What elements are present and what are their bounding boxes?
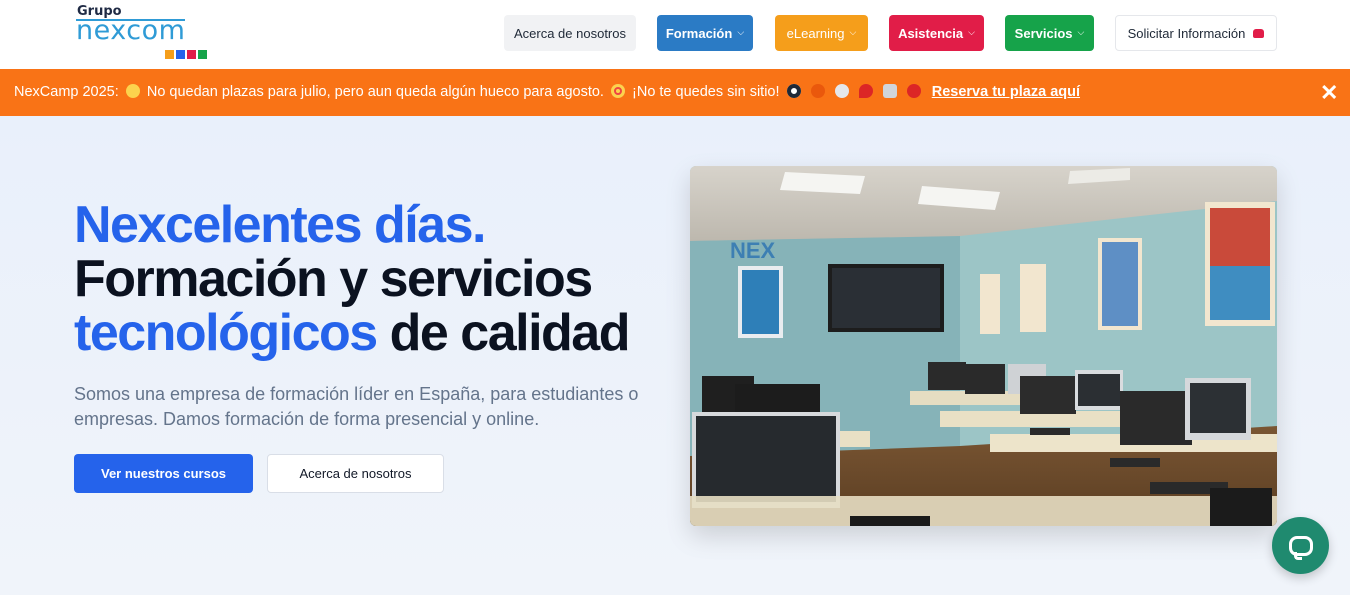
headline-line1: Nexcelentes días. [74,196,486,254]
classroom-photo: NEX [690,166,1277,526]
nav-formacion-label: Formación [665,25,733,41]
hero-headline: Nexcelentes días. Formación y servicios … [74,196,631,362]
telephone-icon [1253,28,1265,38]
chevron-down-icon: ⌵ [1077,26,1085,37]
headline-line3-rest: de calidad [376,304,631,362]
nav-elearning-label: eLearning [786,25,845,41]
site-header: Grupo nexcom Acerca de nosotros Formació… [0,0,1350,69]
nav-asistencia[interactable]: Asistencia ⌵ [889,15,984,51]
nav-acerca-de-nosotros[interactable]: Acerca de nosotros [504,15,636,51]
announcement-banner: NexCamp 2025: No quedan plazas para juli… [0,69,1350,116]
logo-brand-text: nexcom [76,15,186,46]
grupo-nexcom-logo[interactable]: Grupo nexcom [76,4,207,62]
hero-subtitle: Somos una empresa de formación líder en … [74,384,639,429]
wall-sign-text: NEX [730,238,776,263]
volleyball-icon [834,84,849,98]
ver-cursos-button[interactable]: Ver nuestros cursos [74,454,253,493]
acerca-de-nosotros-button[interactable]: Acerca de nosotros [267,454,444,493]
basketball-icon [810,84,825,98]
classroom-illustration: NEX [690,166,1277,526]
chevron-down-icon: ⌵ [849,26,857,37]
banner-part1: NexCamp 2025: [14,84,119,100]
reserva-plaza-link[interactable]: Reserva tu plaza aquí [932,84,1080,100]
nav-formacion[interactable]: Formación ⌵ [657,15,753,51]
robot-icon [882,84,897,98]
banner-part3: ¡No te quedes sin sitio! [632,84,780,100]
ping-pong-icon [858,84,873,98]
chevron-down-icon: ⌵ [968,26,975,37]
close-icon[interactable]: ✕ [1320,80,1338,106]
chat-widget-button[interactable] [1272,517,1329,574]
crying-face-icon [125,84,140,98]
boxing-glove-icon [906,84,921,98]
headline-line2: Formación y servicios [74,250,593,308]
solicitar-informacion-button[interactable]: Solicitar Información [1115,15,1277,51]
nav-servicios-label: Servicios [1014,25,1073,41]
solicitar-label: Solicitar Información [1127,25,1246,41]
headline-line3-highlight: tecnológicos [74,304,378,362]
chat-bubble-icon [1288,535,1313,560]
banner-part2: No quedan plazas para julio, pero aun qu… [146,84,604,100]
star-eyes-face-icon [610,84,625,98]
nav-servicios[interactable]: Servicios ⌵ [1005,15,1094,51]
nav-about-label: Acerca de nosotros [513,25,626,41]
logo-color-squares [165,50,207,59]
banner-text: NexCamp 2025: No quedan plazas para juli… [14,84,1080,100]
nav-elearning[interactable]: eLearning ⌵ [775,15,868,51]
chevron-down-icon: ⌵ [737,26,745,37]
hero-section: Nexcelentes días. Formación y servicios … [0,116,1350,595]
soccer-ball-icon [786,84,801,98]
nav-asistencia-label: Asistencia [898,25,964,41]
